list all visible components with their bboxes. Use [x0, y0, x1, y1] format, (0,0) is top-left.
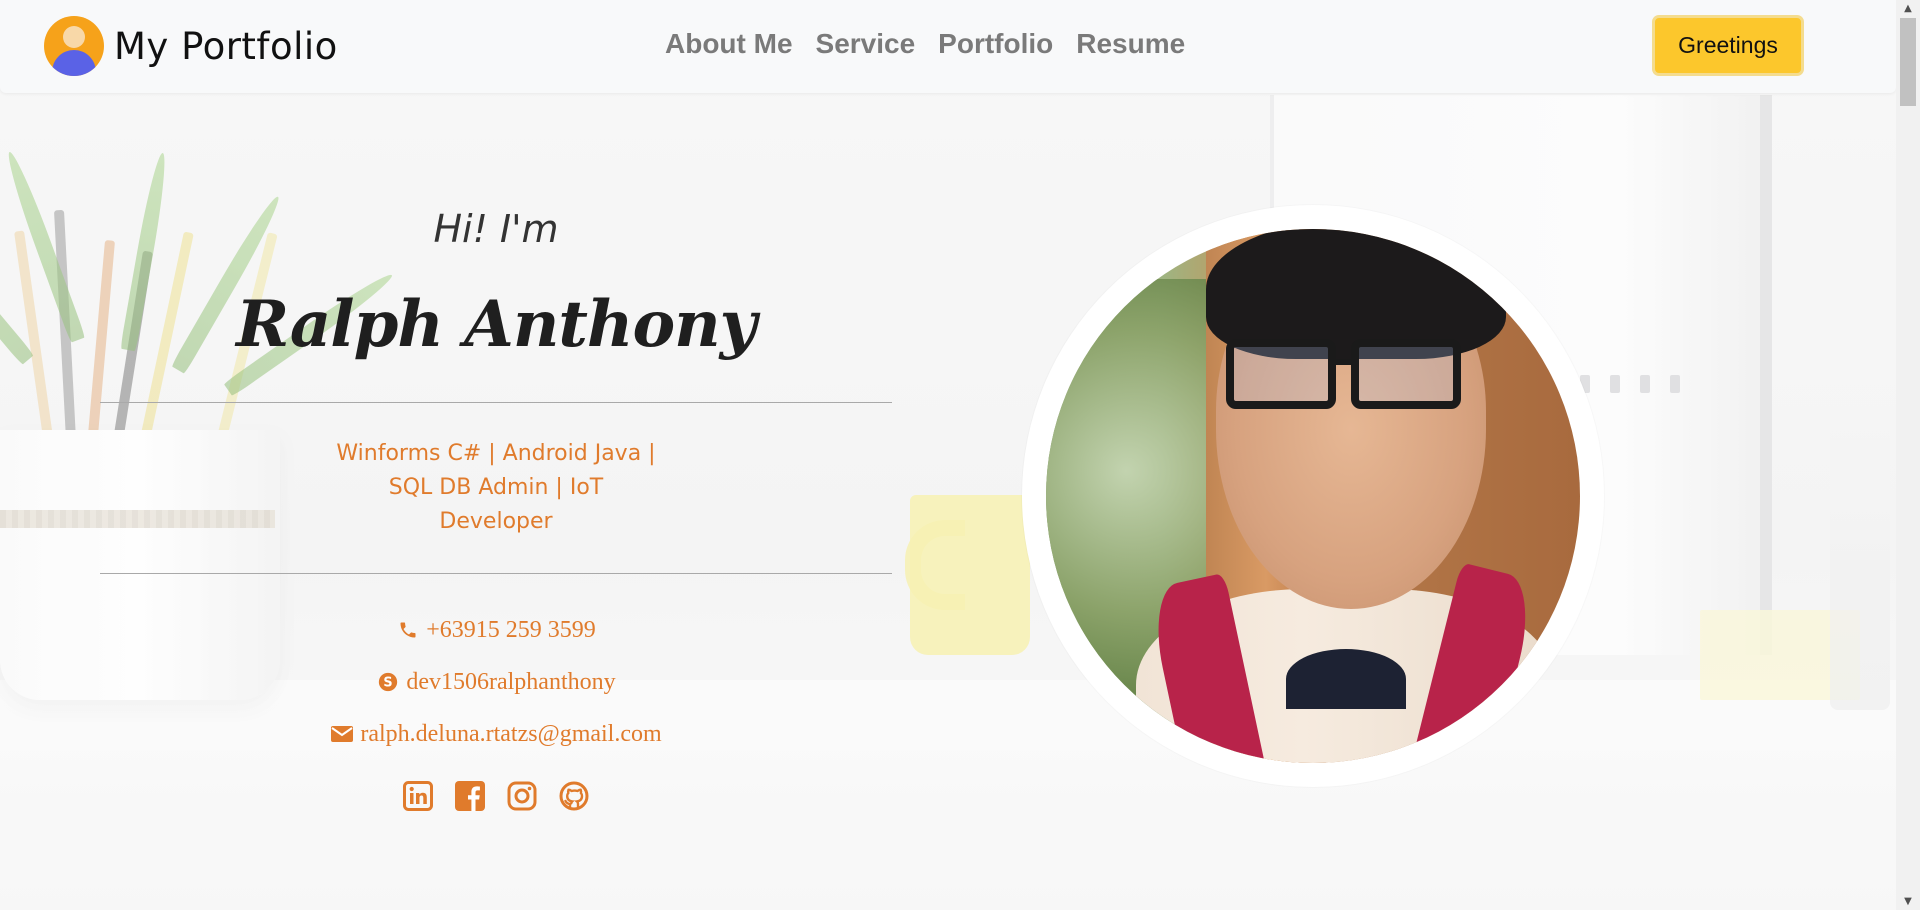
profile-photo: [1046, 229, 1580, 763]
github-icon[interactable]: [558, 780, 590, 812]
roles-line: SQL DB Admin | IoT: [388, 475, 604, 500]
scroll-down-arrow-icon[interactable]: ▼: [1896, 893, 1920, 910]
nav-link-resume[interactable]: Resume: [1076, 28, 1185, 60]
nav-links: About Me Service Portfolio Resume: [665, 28, 1208, 60]
contact-skype: S dev1506ralphanthony: [100, 656, 892, 708]
facebook-icon[interactable]: [454, 780, 486, 812]
contact-list: +63915 259 3599 S dev1506ralphanthony ra…: [100, 604, 892, 760]
divider: [100, 402, 892, 403]
hero-intro: Hi! I'm Ralph Anthony Winforms C# | Andr…: [100, 180, 892, 812]
envelope-icon: [330, 722, 354, 746]
hero-greeting: Hi! I'm: [433, 207, 559, 251]
phone-icon: [396, 618, 420, 642]
roles-line: Developer: [439, 509, 553, 534]
hero-name: Ralph Anthony: [236, 287, 757, 362]
linkedin-icon[interactable]: [402, 780, 434, 812]
brand-link[interactable]: My Portfolio: [44, 16, 338, 76]
person-avatar-icon: [44, 16, 104, 76]
nav-link-about-me[interactable]: About Me: [665, 28, 793, 60]
scrollbar-thumb[interactable]: [1900, 18, 1916, 106]
greetings-button[interactable]: Greetings: [1652, 15, 1804, 76]
hero-roles: Winforms C# | Android Java | SQL DB Admi…: [316, 437, 676, 539]
navbar: My Portfolio About Me Service Portfolio …: [0, 0, 1896, 93]
contact-phone: +63915 259 3599: [100, 604, 892, 656]
brand-title: My Portfolio: [114, 24, 338, 68]
nav-link-service[interactable]: Service: [816, 28, 916, 60]
profile-photo-frame: [1022, 205, 1604, 787]
svg-text:S: S: [384, 676, 393, 691]
email-address[interactable]: ralph.deluna.rtatzs@gmail.com: [360, 721, 661, 748]
contact-email: ralph.deluna.rtatzs@gmail.com: [100, 708, 892, 760]
divider: [100, 573, 892, 574]
skype-icon: S: [376, 670, 400, 694]
scroll-up-arrow-icon[interactable]: ▲: [1896, 0, 1920, 17]
skype-handle[interactable]: dev1506ralphanthony: [406, 669, 615, 696]
social-links: [100, 780, 892, 812]
phone-number[interactable]: +63915 259 3599: [426, 617, 596, 644]
page-scrollbar[interactable]: ▲ ▼: [1896, 0, 1920, 910]
roles-line: Winforms C# | Android Java |: [336, 441, 656, 466]
nav-link-portfolio[interactable]: Portfolio: [938, 28, 1053, 60]
instagram-icon[interactable]: [506, 780, 538, 812]
